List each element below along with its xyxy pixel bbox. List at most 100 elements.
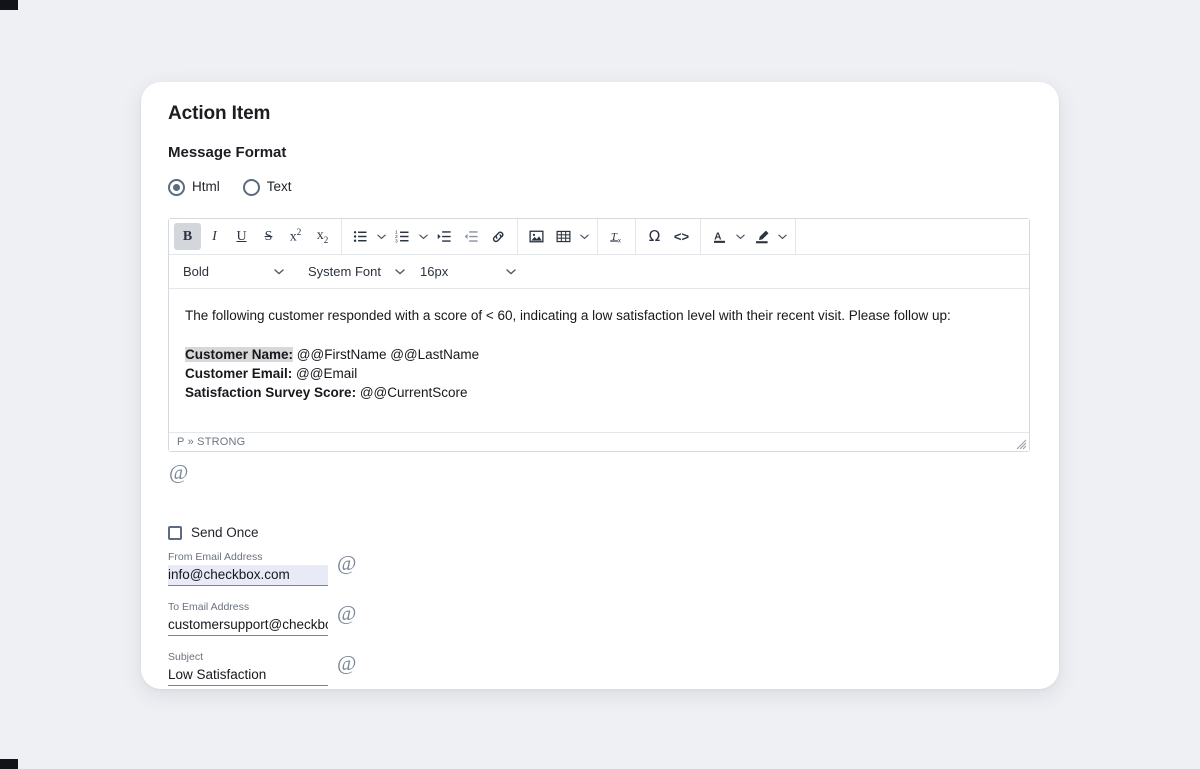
page-title: Action Item — [168, 103, 271, 124]
editor-content-area[interactable]: The following customer responded with a … — [169, 289, 1029, 432]
chevron-down-icon — [274, 268, 284, 275]
highlight-pen-icon — [755, 230, 768, 243]
customer-name-label: Customer Name: — [185, 347, 294, 362]
insert-image-button[interactable] — [523, 223, 550, 250]
editor-status-bar: P » STRONG — [169, 432, 1029, 451]
underline-button[interactable]: U — [228, 223, 255, 250]
italic-button[interactable]: I — [201, 223, 228, 250]
radio-label-text: Text — [266, 179, 292, 194]
chevron-down-icon — [736, 234, 745, 239]
font-family-select[interactable]: System Font — [294, 255, 406, 288]
subscript-icon: x2 — [316, 227, 329, 245]
subject-label: Subject — [168, 651, 204, 663]
svg-text:3: 3 — [395, 239, 398, 245]
indent-decrease-icon — [464, 231, 478, 242]
chevron-down-icon — [395, 268, 405, 275]
editor-line-survey-score: Satisfaction Survey Score: @@CurrentScor… — [185, 383, 1013, 402]
send-once-checkbox-row[interactable]: Send Once — [168, 524, 288, 542]
editor-resize-handle[interactable] — [1015, 438, 1027, 450]
toolbar-group-insert — [518, 219, 598, 254]
superscript-button[interactable]: x2 — [282, 223, 309, 250]
editor-toolbar: B I U S x2 x2 1 2 3 T x Ω <> A — [169, 219, 1029, 255]
from-email-row: From Email Address @ — [168, 550, 1032, 586]
clear-format-icon: T x — [610, 231, 621, 244]
bold-icon: B — [182, 228, 193, 244]
svg-text:x: x — [618, 239, 621, 244]
block-style-select[interactable]: Bold — [169, 255, 294, 288]
bold-button[interactable]: B — [174, 223, 201, 250]
link-icon — [492, 231, 504, 243]
block-style-value: Bold — [183, 264, 210, 279]
highlight-color-button[interactable] — [748, 223, 775, 250]
numbered-list-button[interactable]: 1 2 3 — [389, 223, 416, 250]
from-email-address-field[interactable]: From Email Address — [168, 550, 328, 586]
strikethrough-button[interactable]: S — [255, 223, 282, 250]
insert-link-button[interactable] — [485, 223, 512, 250]
font-size-select[interactable]: 16px — [406, 255, 526, 288]
message-format-radio-group: Html Text — [168, 177, 1032, 197]
chevron-down-icon — [419, 234, 428, 239]
to-email-row: To Email Address @ — [168, 600, 1032, 636]
from-email-address-label: From Email Address — [168, 551, 263, 563]
italic-icon: I — [212, 228, 217, 244]
chevron-down-icon — [580, 234, 589, 239]
survey-score-value: @@CurrentScore — [359, 385, 468, 400]
send-once-checkbox[interactable] — [168, 526, 182, 540]
text-color-button[interactable]: A — [706, 223, 733, 250]
to-email-merge-field-button[interactable]: @ — [337, 603, 356, 624]
corner-marker-top-left — [0, 0, 18, 10]
bullet-list-button[interactable] — [347, 223, 374, 250]
table-icon — [556, 230, 571, 243]
subscript-button[interactable]: x2 — [309, 223, 336, 250]
decrease-indent-button[interactable] — [458, 223, 485, 250]
radio-option-text[interactable]: Text — [242, 178, 292, 196]
toolbar-group-special: Ω <> — [636, 219, 701, 254]
from-email-address-input[interactable] — [168, 565, 328, 586]
at-icon: @ — [169, 460, 189, 484]
email-settings-form: Send Once From Email Address @ To Email … — [168, 524, 1032, 686]
bullet-list-icon — [353, 231, 367, 242]
radio-option-html[interactable]: Html — [168, 178, 220, 196]
customer-email-label: Customer Email: — [185, 366, 293, 381]
to-email-address-label: To Email Address — [168, 601, 250, 613]
table-dropdown-toggle[interactable] — [577, 223, 592, 250]
special-character-button[interactable]: Ω — [641, 223, 668, 250]
highlight-color-dropdown-toggle[interactable] — [775, 223, 790, 250]
editor-blank-line — [185, 325, 1013, 345]
editor-merge-field-button[interactable]: @ — [169, 462, 1032, 486]
radio-icon-html[interactable] — [168, 178, 185, 196]
numbered-list-dropdown-toggle[interactable] — [416, 223, 431, 250]
element-path[interactable]: P » STRONG — [177, 436, 245, 448]
corner-marker-bottom-left — [0, 759, 18, 769]
superscript-icon: x2 — [289, 227, 302, 245]
editor-intro-paragraph: The following customer responded with a … — [185, 308, 951, 323]
subject-row: Subject @ — [168, 650, 1032, 686]
code-brackets-icon: <> — [673, 229, 690, 244]
indent-increase-icon — [437, 231, 451, 242]
insert-table-button[interactable] — [550, 223, 577, 250]
chevron-down-icon — [506, 268, 516, 275]
subject-field[interactable]: Subject — [168, 650, 328, 686]
chevron-down-icon — [778, 234, 787, 239]
increase-indent-button[interactable] — [431, 223, 458, 250]
from-email-merge-field-button[interactable]: @ — [337, 553, 356, 574]
subject-input[interactable] — [168, 665, 328, 686]
subject-merge-field-button[interactable]: @ — [337, 653, 356, 674]
toolbar-group-text-style: B I U S x2 x2 — [169, 219, 342, 254]
action-item-card: Action Item Message Format Html Text B I… — [141, 82, 1059, 689]
toolbar-group-colors: A — [701, 219, 796, 254]
editor-line-customer-email: Customer Email: @@Email — [185, 364, 1013, 383]
numbered-list-icon: 1 2 3 — [395, 230, 409, 245]
to-email-address-input[interactable] — [168, 615, 328, 636]
text-color-dropdown-toggle[interactable] — [733, 223, 748, 250]
to-email-address-field[interactable]: To Email Address — [168, 600, 328, 636]
toolbar-group-clear-format: T x — [598, 219, 636, 254]
message-format-label: Message Format — [168, 144, 287, 161]
bullet-list-dropdown-toggle[interactable] — [374, 223, 389, 250]
rich-text-editor: B I U S x2 x2 1 2 3 T x Ω <> A Bold Syst… — [168, 218, 1030, 452]
clear-formatting-button[interactable]: T x — [603, 223, 630, 250]
source-code-button[interactable]: <> — [668, 223, 695, 250]
resize-grip-icon — [1016, 439, 1027, 450]
radio-icon-text[interactable] — [242, 178, 260, 196]
